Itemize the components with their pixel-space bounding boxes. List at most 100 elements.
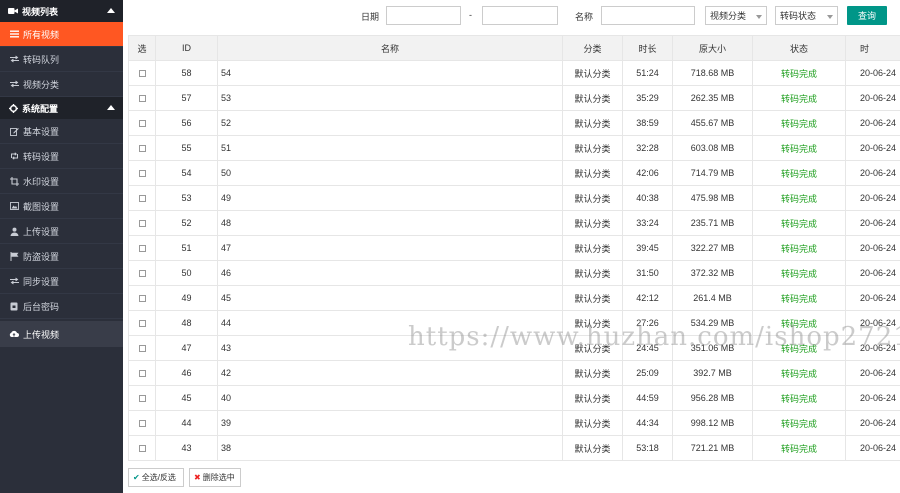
sidebar-item-label: 转码设置: [23, 151, 60, 162]
cell-name: 50: [217, 160, 563, 186]
cell-duration: 24:45: [622, 335, 673, 361]
cell-size: 235.71 MB: [672, 210, 753, 236]
cell-id: 46: [155, 360, 218, 386]
select-all-button[interactable]: ✔ 全选/反选: [128, 468, 184, 487]
cell-duration: 27:26: [622, 310, 673, 336]
cell-category: 默认分类: [562, 185, 623, 211]
query-button[interactable]: 查询: [847, 6, 887, 25]
flag-icon: [9, 251, 19, 261]
cell-duration: 42:06: [622, 160, 673, 186]
cell-name: 46: [217, 260, 563, 286]
cell-name: 43: [217, 335, 563, 361]
check-icon: ✔: [133, 473, 140, 482]
row-select-cell: [128, 435, 156, 461]
row-checkbox[interactable]: [138, 170, 146, 178]
cell-status: 转码完成: [752, 285, 846, 311]
sidebar-item-user-upload-4[interactable]: 上传设置: [0, 219, 123, 244]
row-checkbox[interactable]: [138, 320, 146, 328]
date-end-input[interactable]: [482, 6, 558, 25]
lock-icon: [9, 302, 19, 311]
sidebar-item-retweet-1[interactable]: 转码设置: [0, 144, 123, 169]
row-checkbox[interactable]: [138, 220, 146, 228]
row-checkbox[interactable]: [138, 270, 146, 278]
sidebar-group-video-list[interactable]: 视频列表: [0, 0, 123, 22]
video-table: 选 ID 名称 分类 时长 原大小 状态时 58 54 默认分类 51:24 718.68 MB 转码…: [128, 35, 900, 461]
sidebar-item-flag-5[interactable]: 防盗设置: [0, 244, 123, 269]
row-select-cell: [128, 210, 156, 236]
row-select-cell: [128, 110, 156, 136]
cell-status: 转码完成: [752, 310, 846, 336]
cell-name: 40: [217, 385, 563, 411]
sidebar-item-label: 截图设置: [23, 201, 60, 212]
sidebar-item-image-3[interactable]: 截图设置: [0, 194, 123, 219]
transfer-icon: [9, 55, 19, 63]
cell-status: 转码完成: [752, 60, 846, 86]
delete-selected-button[interactable]: ✖ 删除选中: [189, 468, 241, 487]
row-checkbox[interactable]: [138, 195, 146, 203]
cell-category: 默认分类: [562, 360, 623, 386]
row-checkbox[interactable]: [138, 295, 146, 303]
table-row: 55 51 默认分类 32:28 603.08 MB 转码完成 20-06-24: [128, 135, 900, 161]
cell-id: 51: [155, 235, 218, 261]
sidebar-group-label: 系统配置: [22, 103, 59, 114]
row-checkbox[interactable]: [138, 395, 146, 403]
cell-status: 转码完成: [752, 360, 846, 386]
row-select-cell: [128, 335, 156, 361]
filter-toolbar: 日期 - 名称 视频分类 转码状态 查询: [123, 0, 900, 33]
sidebar-item-label: 视频分类: [23, 79, 60, 90]
sidebar-item-crop-2[interactable]: 水印设置: [0, 169, 123, 194]
sidebar-item-transfer-2[interactable]: 视频分类: [0, 72, 123, 97]
row-checkbox[interactable]: [138, 370, 146, 378]
row-checkbox[interactable]: [138, 345, 146, 353]
caret-up-icon: [107, 105, 115, 110]
row-checkbox[interactable]: [138, 120, 146, 128]
row-checkbox[interactable]: [138, 420, 146, 428]
cell-status: 转码完成: [752, 410, 846, 436]
cell-duration: 32:28: [622, 135, 673, 161]
transfer-icon: [9, 277, 19, 285]
sidebar-item-lock-7[interactable]: 后台密码: [0, 294, 123, 319]
cell-category: 默认分类: [562, 410, 623, 436]
date-start-input[interactable]: [386, 6, 461, 25]
select-all-label: 全选/反选: [141, 473, 176, 482]
cell-time: 20-06-24: [845, 310, 900, 336]
cell-time: 20-06-24: [845, 260, 900, 286]
cell-duration: 53:18: [622, 435, 673, 461]
cell-size: 261.4 MB: [672, 285, 753, 311]
cloud-upload-icon: [9, 330, 19, 338]
category-select[interactable]: 视频分类: [705, 6, 767, 25]
status-select[interactable]: 转码状态: [775, 6, 838, 25]
cell-time: 20-06-24: [845, 110, 900, 136]
row-checkbox[interactable]: [138, 70, 146, 78]
table-row: 44 39 默认分类 44:34 998.12 MB 转码完成 20-06-24: [128, 410, 900, 436]
cell-status: 转码完成: [752, 435, 846, 461]
cell-time: 20-06-24: [845, 85, 900, 111]
cell-name: 52: [217, 110, 563, 136]
sidebar-item-list-0[interactable]: 所有视频: [0, 22, 123, 47]
gear-icon: [8, 103, 18, 113]
sidebar-item-edit-0[interactable]: 基本设置: [0, 119, 123, 144]
video-camera-icon: [8, 6, 18, 16]
close-icon: ✖: [194, 473, 201, 482]
row-checkbox[interactable]: [138, 445, 146, 453]
cell-id: 50: [155, 260, 218, 286]
sidebar-item-transfer-6[interactable]: 同步设置: [0, 269, 123, 294]
cell-time: 20-06-24: [845, 385, 900, 411]
sidebar-item-transfer-1[interactable]: 转码队列: [0, 47, 123, 72]
column-header: 状态: [752, 35, 846, 61]
cell-size: 455.67 MB: [672, 110, 753, 136]
name-input[interactable]: [601, 6, 695, 25]
sidebar-group-system-config[interactable]: 系统配置: [0, 97, 123, 119]
row-checkbox[interactable]: [138, 95, 146, 103]
cell-name: 39: [217, 410, 563, 436]
user-upload-icon: [9, 227, 19, 236]
row-checkbox[interactable]: [138, 145, 146, 153]
sidebar-item-upload-video[interactable]: 上传视频: [0, 321, 123, 347]
cell-id: 47: [155, 335, 218, 361]
row-checkbox[interactable]: [138, 245, 146, 253]
cell-time: 20-06-24: [845, 210, 900, 236]
video-table-container: 选 ID 名称 分类 时长 原大小 状态时 58 54 默认分类 51:24 718.68 MB 转码…: [128, 35, 900, 462]
cell-time: 20-06-24: [845, 410, 900, 436]
cell-name: 48: [217, 210, 563, 236]
table-row: 50 46 默认分类 31:50 372.32 MB 转码完成 20-06-24: [128, 260, 900, 286]
